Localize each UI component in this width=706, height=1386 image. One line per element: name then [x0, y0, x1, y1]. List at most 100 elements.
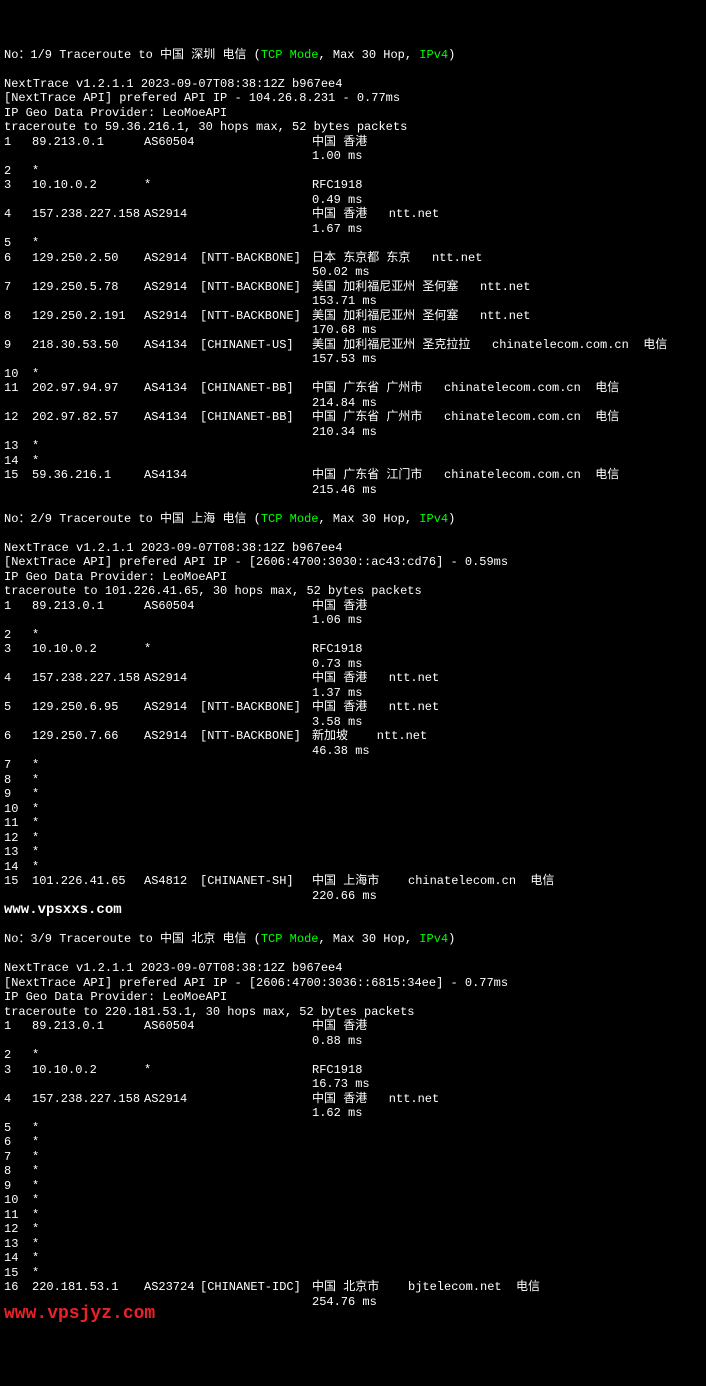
hop-ip: * [32, 454, 144, 469]
info-geo: IP Geo Data Provider: LeoMoeAPI [4, 570, 702, 585]
hop-ip: * [32, 758, 144, 773]
hop-location: 中国 香港 ntt.net [312, 700, 439, 715]
hop-asn: AS2914 [144, 251, 200, 266]
hop-asn: * [144, 642, 200, 657]
hop-number: 13 [4, 439, 32, 454]
hop-ip: * [32, 1266, 144, 1281]
hop-ip: * [32, 1251, 144, 1266]
hop-location: 日本 东京都 东京 ntt.net [312, 251, 482, 266]
hop-asn: AS2914 [144, 671, 200, 686]
hop-location: 中国 香港 ntt.net [312, 1092, 439, 1107]
hop-number: 10 [4, 1193, 32, 1208]
hop-row: 6* [4, 1135, 702, 1150]
hop-asn: AS4134 [144, 381, 200, 396]
hop-row: 189.213.0.1AS60504中国 香港 [4, 1019, 702, 1034]
hop-latency: 50.02 ms [4, 265, 702, 280]
hop-number: 13 [4, 1237, 32, 1252]
hop-latency: 210.34 ms [4, 425, 702, 440]
hop-ip: * [32, 802, 144, 817]
hop-location: 中国 香港 ntt.net [312, 207, 439, 222]
hop-ip: * [32, 1222, 144, 1237]
hop-row: 5* [4, 1121, 702, 1136]
hop-number: 14 [4, 1251, 32, 1266]
hop-ip: * [32, 1193, 144, 1208]
hop-ip: 10.10.0.2 [32, 642, 144, 657]
hop-latency: 0.73 ms [4, 657, 702, 672]
hop-asn: AS2914 [144, 280, 200, 295]
hop-row: 189.213.0.1AS60504中国 香港 [4, 599, 702, 614]
header-mode: TCP Mode [261, 48, 319, 62]
hop-ip: 157.238.227.158 [32, 207, 144, 222]
hop-ip: 89.213.0.1 [32, 1019, 144, 1034]
hop-number: 13 [4, 845, 32, 860]
hop-number: 9 [4, 1179, 32, 1194]
hop-location: 美国 加利福尼亚州 圣何塞 ntt.net [312, 309, 530, 324]
hop-row: 16220.181.53.1AS23724[CHINANET-IDC]中国 北京… [4, 1280, 702, 1295]
hop-number: 7 [4, 280, 32, 295]
info-api: [NextTrace API] prefered API IP - [2606:… [4, 555, 702, 570]
hop-number: 2 [4, 164, 32, 179]
hop-row: 14* [4, 1251, 702, 1266]
hop-row: 10* [4, 802, 702, 817]
hop-row: 15* [4, 1266, 702, 1281]
hop-latency: 16.73 ms [4, 1077, 702, 1092]
hop-netname: [CHINANET-SH] [200, 874, 312, 889]
hop-number: 6 [4, 251, 32, 266]
hop-location: 美国 加利福尼亚州 圣何塞 ntt.net [312, 280, 530, 295]
terminal-output: No：1/9 Traceroute to 中国 深圳 电信 (TCP Mode,… [4, 48, 702, 1324]
hop-row: 9* [4, 1179, 702, 1194]
hop-number: 12 [4, 410, 32, 425]
hop-ip: 129.250.7.66 [32, 729, 144, 744]
hop-number: 4 [4, 671, 32, 686]
hop-latency: 1.00 ms [4, 149, 702, 164]
hop-row: 9218.30.53.50AS4134[CHINANET-US]美国 加利福尼亚… [4, 338, 702, 353]
hop-number: 14 [4, 860, 32, 875]
hop-latency: 1.06 ms [4, 613, 702, 628]
hop-row: 2* [4, 164, 702, 179]
hop-row: 310.10.0.2*RFC1918 [4, 178, 702, 193]
hop-row: 1559.36.216.1AS4134 中国 广东省 江门市 chinatelec… [4, 468, 702, 483]
hop-number: 8 [4, 773, 32, 788]
hop-row: 4157.238.227.158AS2914中国 香港 ntt.net [4, 1092, 702, 1107]
hop-row: 2* [4, 1048, 702, 1063]
hop-latency: 157.53 ms [4, 352, 702, 367]
header-dest: 中国 深圳 电信 [160, 48, 246, 62]
hop-latency: 1.67 ms [4, 222, 702, 237]
hop-latency: 214.84 ms [4, 396, 702, 411]
hop-row: 11* [4, 1208, 702, 1223]
hop-netname: [NTT-BACKBONE] [200, 729, 312, 744]
hop-ip: * [32, 236, 144, 251]
hop-number: 1 [4, 135, 32, 150]
hop-number: 2 [4, 628, 32, 643]
hop-ip: 10.10.0.2 [32, 1063, 144, 1078]
hop-ip: * [32, 1237, 144, 1252]
hop-row: 310.10.0.2*RFC1918 [4, 1063, 702, 1078]
hop-ip: * [32, 845, 144, 860]
hop-ip: * [32, 628, 144, 643]
hop-number: 11 [4, 381, 32, 396]
traceroute-header: No：3/9 Traceroute to 中国 北京 电信 (TCP Mode,… [4, 932, 702, 947]
hop-location: 中国 香港 [312, 599, 367, 614]
hop-ip: 89.213.0.1 [32, 135, 144, 150]
hop-number: 7 [4, 758, 32, 773]
hop-latency: 3.58 ms [4, 715, 702, 730]
hop-asn: AS4134 [144, 468, 200, 483]
header-ipver: IPv4 [419, 932, 448, 946]
hop-netname: [CHINANET-BB] [200, 410, 312, 425]
hop-number: 5 [4, 236, 32, 251]
info-geo: IP Geo Data Provider: LeoMoeAPI [4, 106, 702, 121]
hop-ip: * [32, 164, 144, 179]
hop-ip: * [32, 367, 144, 382]
hop-number: 15 [4, 468, 32, 483]
hop-ip: 59.36.216.1 [32, 468, 144, 483]
hop-latency: 215.46 ms [4, 483, 702, 498]
hop-ip: * [32, 1164, 144, 1179]
hop-location: 中国 广东省 江门市 chinatelecom.com.cn 电信 [312, 468, 619, 483]
hop-number: 8 [4, 309, 32, 324]
hop-location: RFC1918 [312, 178, 362, 193]
hop-netname: [NTT-BACKBONE] [200, 280, 312, 295]
info-api: [NextTrace API] prefered API IP - 104.26… [4, 91, 702, 106]
info-api: [NextTrace API] prefered API IP - [2606:… [4, 976, 702, 991]
header-prefix: No： [4, 48, 30, 62]
hop-location: 中国 北京市 bjtelecom.net 电信 [312, 1280, 540, 1295]
